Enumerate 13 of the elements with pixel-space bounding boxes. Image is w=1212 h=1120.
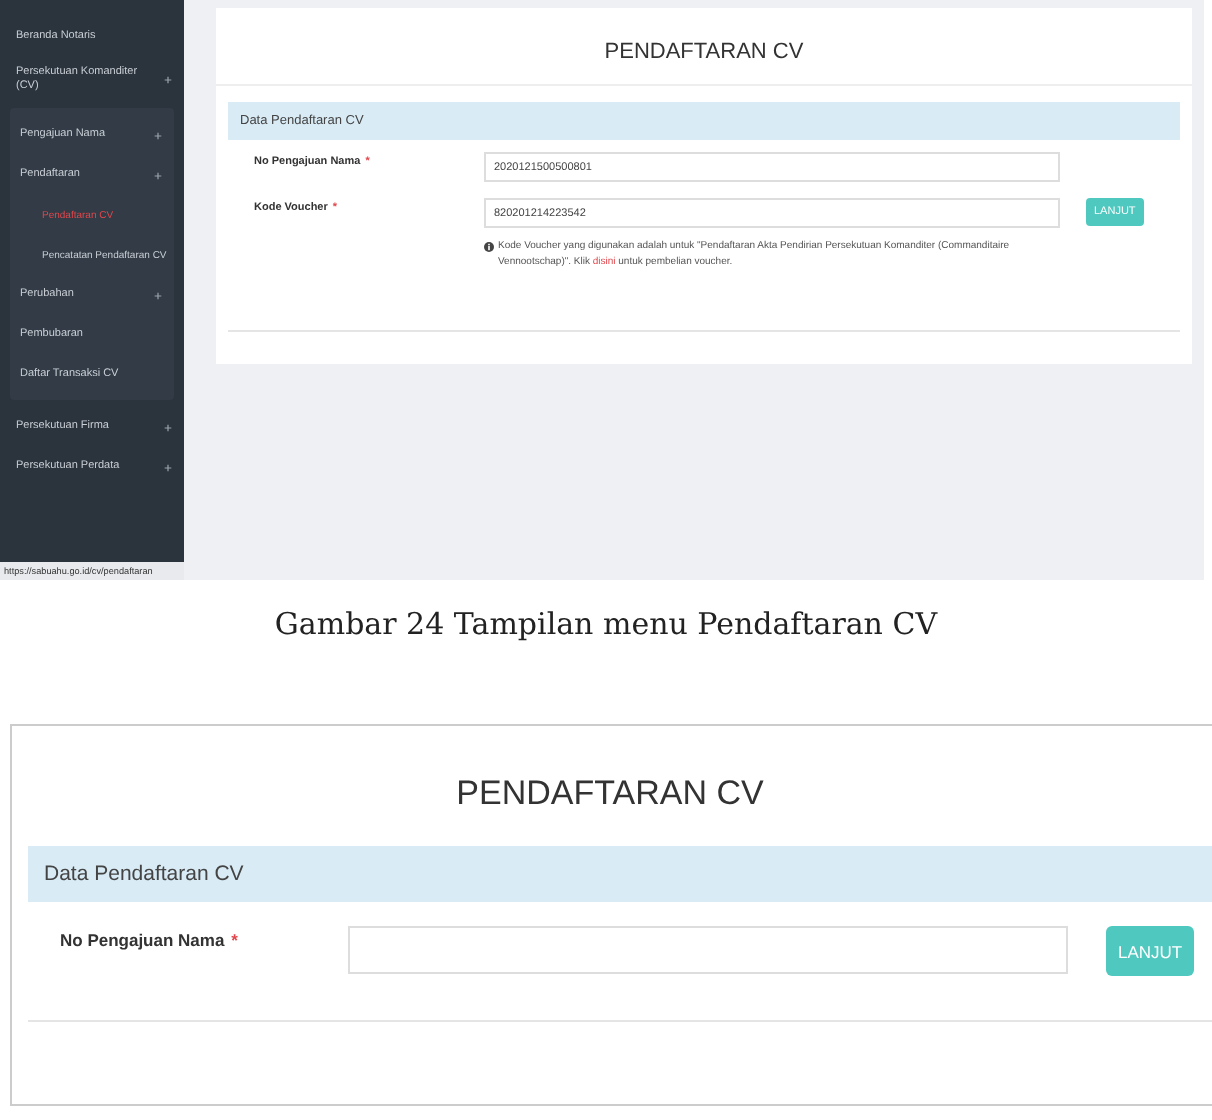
expand-icon[interactable] <box>164 75 172 84</box>
field-label: No Pengajuan Nama * <box>60 928 240 950</box>
expand-icon[interactable] <box>154 171 162 180</box>
expand-icon[interactable] <box>164 463 172 472</box>
input-field[interactable] <box>348 926 1068 974</box>
expand-icon[interactable] <box>154 291 162 300</box>
page-title: PENDAFTARAN CV <box>602 38 806 68</box>
expand-icon[interactable] <box>164 423 172 432</box>
info-icon <box>484 242 494 252</box>
section-header: Data Pendaftaran CV <box>28 846 1212 902</box>
page-title: PENDAFTARAN CV <box>454 774 766 814</box>
expand-icon[interactable] <box>154 131 162 140</box>
figure-caption: Gambar 24 Tampilan menu Pendaftaran CV <box>272 606 940 642</box>
